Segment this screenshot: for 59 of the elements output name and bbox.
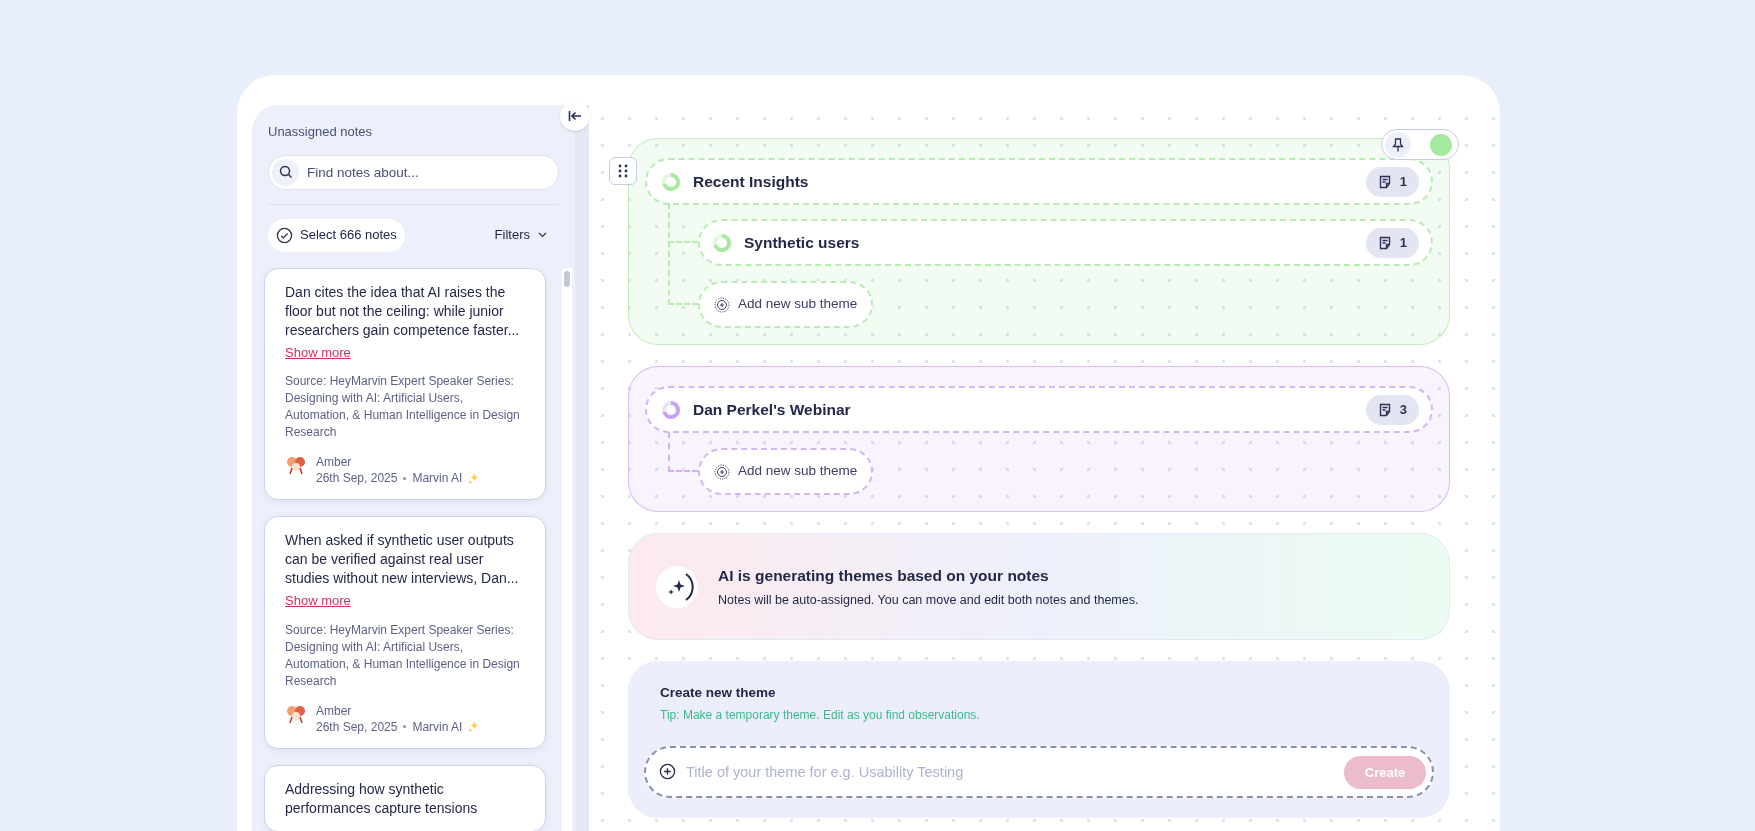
progress-ring-icon — [712, 232, 732, 253]
collapse-button[interactable] — [560, 101, 590, 131]
add-icon — [714, 296, 730, 313]
note-date: 26th Sep, 2025 — [316, 718, 398, 735]
create-theme-tip: Tip: Make a temporary theme. Edit as you find observations. — [659, 707, 981, 725]
pin-button[interactable] — [1385, 131, 1411, 158]
sparkle-icon — [468, 472, 480, 484]
theme-title: Recent Insights — [693, 171, 810, 192]
note-card[interactable]: Addressing how synthetic performances capture tensions — [264, 764, 546, 831]
plus-circle-icon — [659, 763, 676, 781]
check-circle-icon — [276, 226, 293, 244]
theme-row[interactable]: Dan Perkel's Webinar 3 — [645, 386, 1433, 433]
sub-theme-row[interactable]: Synthetic users 1 — [698, 219, 1433, 266]
sparkle-icon — [468, 721, 480, 732]
note-source: Source: HeyMarvin Expert Speaker Series: Designing with AI: Artificial Users, Automation, & Human Intelligence in Design Research — [285, 621, 521, 690]
note-origin: Marvin AI — [412, 718, 463, 735]
drag-handle[interactable] — [609, 157, 637, 185]
connector-line — [668, 432, 698, 472]
note-origin: Marvin AI — [412, 470, 463, 486]
note-card[interactable] — [264, 516, 546, 749]
filters-dropdown[interactable]: Filters — [494, 225, 547, 245]
theme-title: Dan Perkel's Webinar — [693, 399, 852, 420]
author-name: Amber — [316, 702, 353, 719]
note-date: 26th Sep, 2025 — [316, 470, 398, 486]
ai-banner-title: AI is generating themes based on your notes — [718, 565, 1050, 586]
sub-theme-title: Synthetic users — [744, 232, 861, 253]
note-icon — [1377, 235, 1392, 250]
pin-icon — [1392, 137, 1404, 152]
add-icon — [714, 463, 730, 480]
show-more-link[interactable]: Show more — [285, 342, 351, 362]
sparkle-spinner-icon — [656, 565, 698, 608]
search-field[interactable]: Find notes about... — [268, 154, 559, 190]
select-notes-button[interactable]: Select 666 notes — [268, 218, 405, 252]
note-count-badge: 3 — [1365, 394, 1419, 425]
show-more-link[interactable]: Show more — [285, 591, 351, 611]
theme-row[interactable]: Recent Insights 1 — [645, 158, 1433, 205]
note-icon — [1377, 402, 1392, 417]
note-icon — [1377, 174, 1392, 189]
create-theme-title: Create new theme — [659, 684, 777, 702]
drag-dots-icon — [618, 164, 628, 178]
note-text: Addressing how synthetic performances capture tensions — [285, 779, 479, 818]
note-source: Source: HeyMarvin Expert Speaker Series: Designing with AI: Artificial Users, Automation, & Human Intelligence in Design Research — [285, 373, 521, 441]
progress-ring-icon — [661, 171, 681, 192]
ai-banner-text: Notes will be auto-assigned. You can move and edit both notes and themes. — [718, 591, 1139, 609]
avatar-icon — [285, 454, 307, 476]
add-sub-theme-button[interactable]: Add new sub theme — [698, 281, 874, 328]
author-name: Amber — [316, 454, 353, 470]
chevron-down-icon — [538, 232, 547, 238]
collapse-icon — [568, 110, 582, 122]
search-icon — [278, 165, 293, 179]
scrollbar[interactable] — [562, 267, 572, 831]
note-count-badge: 1 — [1365, 166, 1419, 197]
note-card[interactable] — [264, 267, 546, 500]
add-sub-theme-button[interactable]: Add new sub theme — [698, 448, 874, 495]
progress-ring-icon — [661, 399, 681, 420]
note-text: Dan cites the idea that AI raises the floor but not the ceiling: while junior researchers gain competence faster... — [285, 282, 521, 340]
note-text: When asked if synthetic user outputs can be verified against real user studies without new interviews, Dan... — [285, 531, 520, 588]
sidebar-title: Unassigned notes — [268, 123, 374, 141]
note-count-badge: 1 — [1365, 227, 1419, 258]
